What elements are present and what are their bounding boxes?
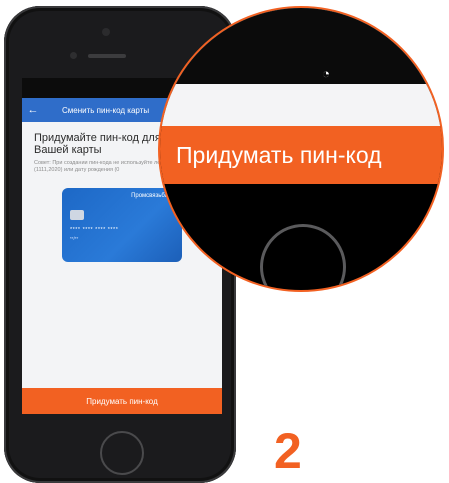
front-camera xyxy=(70,52,77,59)
zoom-magnifier: ◔ Придумать пин-код xyxy=(158,6,444,292)
front-sensor xyxy=(102,28,110,36)
card-chip-icon xyxy=(70,210,84,220)
magnified-home-button xyxy=(260,224,346,290)
headline-line-2: Вашей карты xyxy=(34,144,102,156)
earpiece-speaker xyxy=(88,54,126,58)
headline-line-1: Придумайте пин-код для xyxy=(34,132,161,144)
status-icon: ◔ xyxy=(322,66,330,81)
step-number: 2 xyxy=(274,423,302,479)
magnifier-status-bar: ◔ xyxy=(160,8,442,84)
create-pin-button[interactable]: Придумать пин-код xyxy=(22,388,222,414)
card-expiry: **/** xyxy=(70,236,79,241)
arrow-left-icon[interactable]: ← xyxy=(22,104,44,116)
home-button[interactable] xyxy=(100,431,144,475)
magnified-create-pin-button: Придумать пин-код xyxy=(160,126,442,184)
card-number: **** **** **** **** xyxy=(70,227,119,233)
magnified-button-label: Придумать пин-код xyxy=(176,141,382,168)
bank-card: Промсвязьбанк **** **** **** **** **/** xyxy=(62,188,182,262)
